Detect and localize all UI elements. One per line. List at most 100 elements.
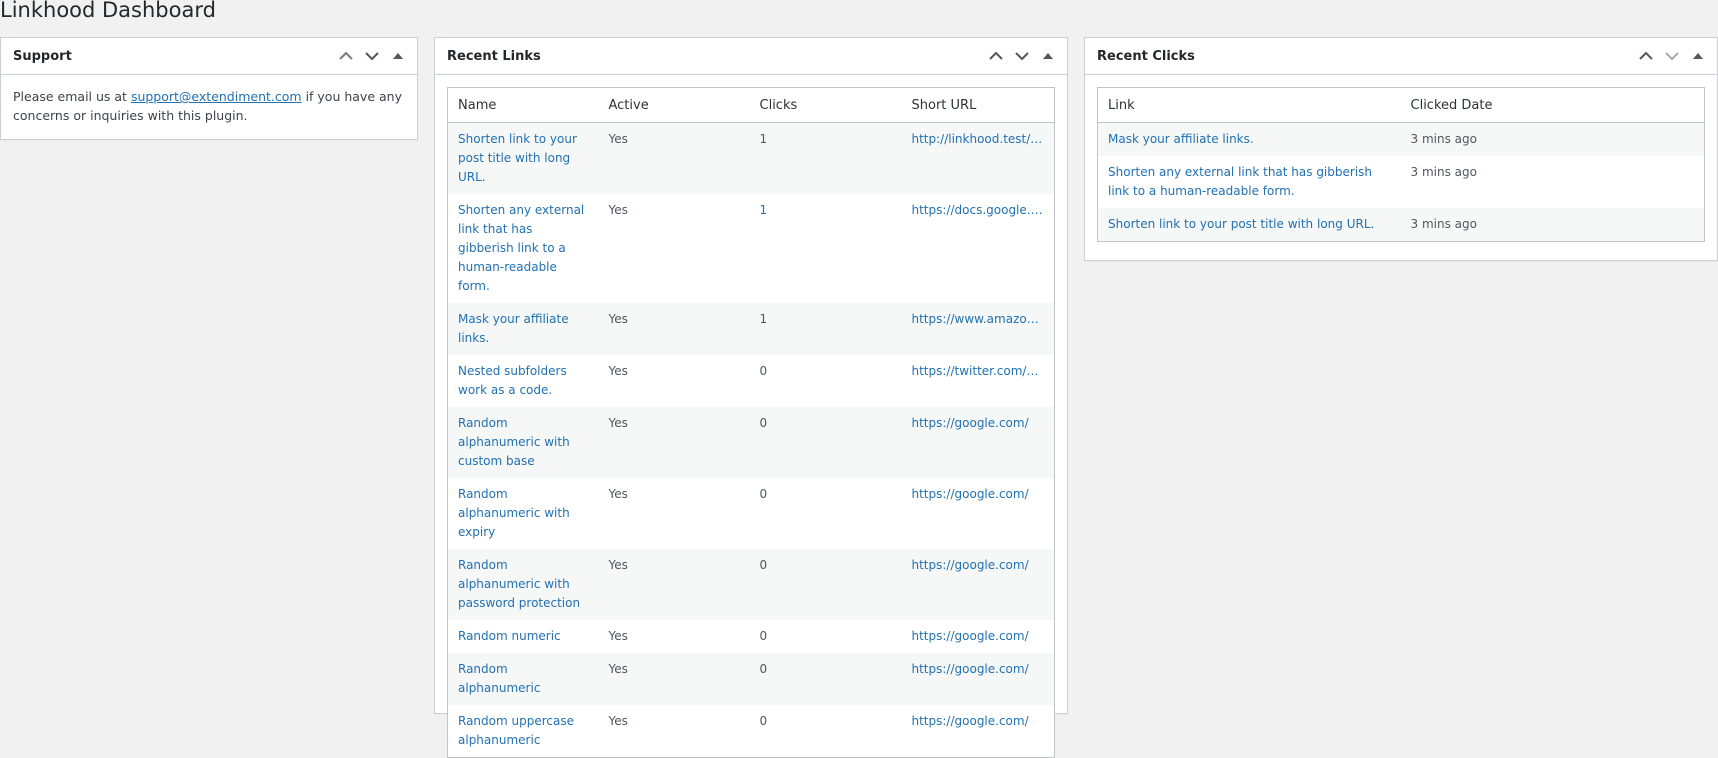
link-short-url[interactable]: https://google.com/ (912, 712, 1045, 731)
link-name[interactable]: Random alphanumeric (458, 662, 540, 695)
link-name[interactable]: Random alphanumeric with expiry (458, 487, 570, 539)
table-row: Mask your affiliate links. 3 mins ago (1097, 122, 1705, 156)
link-name[interactable]: Random alphanumeric with password protec… (458, 558, 580, 610)
chevron-down-icon (1015, 52, 1029, 61)
link-clicks: 1 (749, 122, 902, 194)
column-header-clicks: Clicks (749, 87, 902, 123)
link-short-url[interactable]: https://docs.google.c… (912, 201, 1045, 220)
link-short-url[interactable]: https://google.com/ (912, 660, 1045, 679)
support-title: Support (13, 48, 72, 64)
link-name[interactable]: Random uppercase alphanumeric (458, 714, 574, 747)
table-row: Random numeric Yes 0 https://google.com/ (447, 620, 1055, 653)
click-date: 3 mins ago (1400, 208, 1705, 242)
link-name[interactable]: Shorten link to your post title with lon… (458, 132, 577, 184)
click-link[interactable]: Shorten link to your post title with lon… (1108, 217, 1374, 231)
triangle-up-icon (393, 53, 403, 59)
link-short-url[interactable]: https://google.com/ (912, 414, 1045, 433)
link-clicks: 1 (749, 303, 902, 355)
support-text-before: Please email us at (13, 89, 131, 104)
toggle-panel-button[interactable] (385, 38, 411, 74)
column-header-link: Link (1097, 87, 1401, 123)
link-active: Yes (598, 355, 750, 407)
recent-links-header: Recent Links (435, 38, 1067, 75)
move-down-button[interactable] (1659, 38, 1685, 74)
link-clicks: 0 (749, 407, 902, 478)
link-active: Yes (598, 620, 750, 653)
recent-links-body: Name Active Clicks Short URL Shorten lin… (435, 75, 1067, 758)
column-header-short-url: Short URL (901, 87, 1055, 123)
table-header-row: Link Clicked Date (1097, 87, 1705, 123)
table-row: Shorten link to your post title with lon… (447, 122, 1055, 194)
recent-clicks-widget: Recent Clicks Link Clicked Date Mask you… (1084, 37, 1718, 261)
table-row: Random alphanumeric Yes 0 https://google… (447, 653, 1055, 705)
page-title: Linkhood Dashboard (0, 0, 216, 22)
triangle-up-icon (1693, 53, 1703, 59)
toggle-panel-button[interactable] (1685, 38, 1711, 74)
table-row: Random alphanumeric with custom base Yes… (447, 407, 1055, 478)
column-header-active: Active (598, 87, 750, 123)
support-body: Please email us at support@extendiment.c… (1, 75, 417, 137)
click-link[interactable]: Mask your affiliate links. (1108, 132, 1254, 146)
recent-clicks-table: Link Clicked Date Mask your affiliate li… (1097, 87, 1705, 242)
chevron-down-icon (365, 52, 379, 61)
move-up-button[interactable] (983, 38, 1009, 74)
chevron-down-icon (1665, 52, 1679, 61)
link-active: Yes (598, 653, 750, 705)
link-short-url[interactable]: https://google.com/ (912, 485, 1045, 504)
link-name[interactable]: Random numeric (458, 629, 561, 643)
link-short-url[interactable]: https://twitter.com/E… (912, 362, 1045, 381)
link-short-url[interactable]: https://google.com/ (912, 627, 1045, 646)
link-name[interactable]: Mask your affiliate links. (458, 312, 569, 345)
link-active: Yes (598, 407, 750, 478)
chevron-up-icon (989, 51, 1003, 60)
link-active: Yes (598, 478, 750, 549)
chevron-up-icon (339, 51, 353, 60)
recent-links-handle-actions (983, 38, 1067, 74)
link-clicks: 0 (749, 705, 902, 758)
link-clicks: 0 (749, 355, 902, 407)
recent-links-title: Recent Links (447, 48, 541, 64)
chevron-up-icon (1639, 51, 1653, 60)
support-handle-actions (333, 38, 417, 74)
link-clicks[interactable]: 1 (760, 203, 768, 217)
column-header-name: Name (447, 87, 599, 123)
triangle-up-icon (1043, 53, 1053, 59)
link-short-url[interactable]: http://linkhood.test/t… (912, 130, 1045, 149)
link-active: Yes (598, 194, 750, 303)
link-clicks: 0 (749, 653, 902, 705)
link-name[interactable]: Shorten any external link that has gibbe… (458, 203, 584, 293)
link-short-url[interactable]: https://google.com/ (912, 556, 1045, 575)
recent-links-widget: Recent Links Name Active Clicks Short UR… (434, 37, 1068, 758)
move-down-button[interactable] (1009, 38, 1035, 74)
support-email-link[interactable]: support@extendiment.com (131, 89, 302, 104)
recent-clicks-body: Link Clicked Date Mask your affiliate li… (1085, 75, 1717, 242)
link-active: Yes (598, 549, 750, 620)
link-active: Yes (598, 122, 750, 194)
table-row: Random alphanumeric with expiry Yes 0 ht… (447, 478, 1055, 549)
table-row: Random uppercase alphanumeric Yes 0 http… (447, 705, 1055, 758)
table-row: Random alphanumeric with password protec… (447, 549, 1055, 620)
click-date: 3 mins ago (1400, 122, 1705, 156)
link-short-url[interactable]: https://www.amazon.… (912, 310, 1045, 329)
recent-clicks-title: Recent Clicks (1097, 48, 1195, 64)
move-up-button[interactable] (333, 38, 359, 74)
table-row: Mask your affiliate links. Yes 1 https:/… (447, 303, 1055, 355)
toggle-panel-button[interactable] (1035, 38, 1061, 74)
move-down-button[interactable] (359, 38, 385, 74)
click-link[interactable]: Shorten any external link that has gibbe… (1108, 165, 1372, 198)
table-row: Shorten any external link that has gibbe… (447, 194, 1055, 303)
link-clicks: 0 (749, 478, 902, 549)
table-header-row: Name Active Clicks Short URL (447, 87, 1055, 123)
link-active: Yes (598, 303, 750, 355)
link-clicks: 0 (749, 549, 902, 620)
recent-clicks-header: Recent Clicks (1085, 38, 1717, 75)
table-row: Shorten link to your post title with lon… (1097, 208, 1705, 242)
link-name[interactable]: Random alphanumeric with custom base (458, 416, 570, 468)
link-name[interactable]: Nested subfolders work as a code. (458, 364, 567, 397)
recent-links-table: Name Active Clicks Short URL Shorten lin… (447, 87, 1055, 758)
support-widget: Support Please email us at support@exten… (0, 37, 418, 140)
link-active: Yes (598, 705, 750, 758)
link-clicks: 0 (749, 620, 902, 653)
click-date: 3 mins ago (1400, 156, 1705, 208)
move-up-button[interactable] (1633, 38, 1659, 74)
